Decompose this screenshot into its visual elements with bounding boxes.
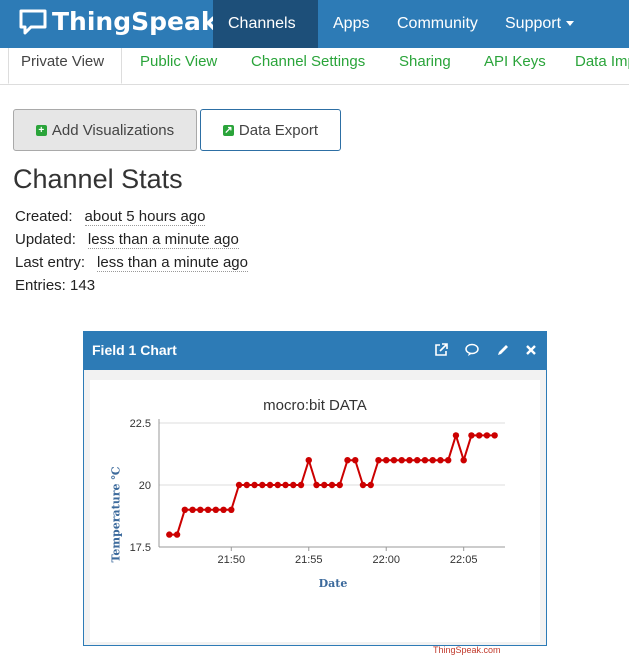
data-point xyxy=(189,506,196,513)
channel-tabs: Private View Public View Channel Setting… xyxy=(0,48,629,85)
data-point xyxy=(367,481,374,489)
tab-data-import[interactable]: Data Imp xyxy=(575,48,629,84)
x-tick-label: 21:50 xyxy=(218,554,246,566)
data-export-button[interactable]: ↗ Data Export xyxy=(200,109,341,151)
data-point xyxy=(336,481,343,489)
data-point xyxy=(220,506,227,513)
nav-apps[interactable]: Apps xyxy=(318,0,383,48)
brand-name: ThingSpeak™ xyxy=(52,0,228,36)
data-point xyxy=(243,481,250,489)
data-point xyxy=(204,506,212,513)
data-point xyxy=(297,481,305,489)
data-point xyxy=(235,481,243,489)
x-tick-label: 22:05 xyxy=(450,554,478,566)
caret-down-icon xyxy=(566,21,575,27)
chart-area: mocro:bit DATA Temperature ℃ Date 22.5 20… xyxy=(90,380,540,655)
comment-icon[interactable] xyxy=(464,342,480,358)
data-point xyxy=(274,481,281,489)
data-point xyxy=(313,481,320,489)
data-point xyxy=(460,457,467,464)
speech-bubble-icon xyxy=(19,9,47,34)
data-point xyxy=(212,506,220,513)
data-point xyxy=(344,457,351,464)
top-navbar: ThingSpeak™ Channels Apps Community Supp… xyxy=(0,0,629,75)
brand-logo[interactable]: ThingSpeak™ xyxy=(18,0,228,36)
stat-last-entry: Last entry: less than a minute ago xyxy=(15,254,248,272)
nav-support[interactable]: Support xyxy=(490,0,590,48)
data-point xyxy=(173,531,181,538)
data-point xyxy=(414,457,421,464)
field-1-chart-panel: Field 1 Chart mocro:bit DATA Temperature… xyxy=(83,331,547,655)
tab-channel-settings[interactable]: Channel Settings xyxy=(251,48,365,84)
close-icon[interactable] xyxy=(523,342,539,358)
pencil-icon[interactable] xyxy=(495,342,511,358)
panel-title: Field 1 Chart xyxy=(92,342,177,358)
data-point xyxy=(359,481,367,489)
data-point xyxy=(452,432,460,439)
x-axis-label: Date xyxy=(319,577,348,590)
data-point xyxy=(321,481,328,489)
y-tick-label: 22.5 xyxy=(130,418,151,430)
line-chart: Date 22.5 20 17.5 21:50 21:55 22:00 22:05 xyxy=(130,418,505,590)
tab-api-keys[interactable]: API Keys xyxy=(484,48,546,84)
data-point xyxy=(421,457,429,464)
data-point xyxy=(352,457,359,464)
y-tick-label: 20 xyxy=(139,480,151,492)
data-point xyxy=(197,506,204,513)
data-point xyxy=(290,481,297,489)
nav-channels[interactable]: Channels xyxy=(213,0,318,75)
data-point xyxy=(166,531,173,538)
y-tick-label: 17.5 xyxy=(130,542,151,554)
data-point xyxy=(483,432,491,439)
data-point xyxy=(429,457,436,464)
data-point xyxy=(383,457,390,464)
data-point xyxy=(228,506,235,513)
tab-public-view[interactable]: Public View xyxy=(140,48,217,84)
add-visualizations-button[interactable]: + Add Visualizations xyxy=(13,109,197,151)
tab-sharing[interactable]: Sharing xyxy=(399,48,451,84)
data-point xyxy=(282,481,289,489)
panel-header: Field 1 Chart xyxy=(84,332,546,370)
stat-updated: Updated: less than a minute ago xyxy=(15,231,239,249)
plus-icon: + xyxy=(35,124,47,136)
stat-entries: Entries: 143 xyxy=(15,277,96,294)
data-point xyxy=(328,481,336,489)
data-point xyxy=(266,481,274,489)
data-point xyxy=(491,432,498,439)
chart-credit: ThingSpeak.com xyxy=(433,645,501,655)
data-point xyxy=(390,457,398,464)
data-point xyxy=(305,457,312,464)
data-point xyxy=(251,481,258,489)
data-point xyxy=(398,457,405,464)
data-point xyxy=(375,457,382,464)
export-arrow-icon: ↗ xyxy=(222,124,234,136)
x-tick-label: 22:00 xyxy=(372,554,400,566)
data-point xyxy=(406,457,413,464)
tab-private-view[interactable]: Private View xyxy=(8,48,122,84)
stat-created: Created: about 5 hours ago xyxy=(15,208,206,226)
external-link-icon[interactable] xyxy=(433,342,449,358)
data-point xyxy=(437,457,444,464)
nav-community[interactable]: Community xyxy=(382,0,490,48)
data-point xyxy=(181,506,189,513)
channel-stats-heading: Channel Stats xyxy=(13,164,183,194)
x-tick-label: 21:55 xyxy=(295,554,323,566)
data-point xyxy=(259,481,266,489)
data-point xyxy=(468,432,475,439)
data-point xyxy=(444,457,452,464)
data-point xyxy=(475,432,483,439)
